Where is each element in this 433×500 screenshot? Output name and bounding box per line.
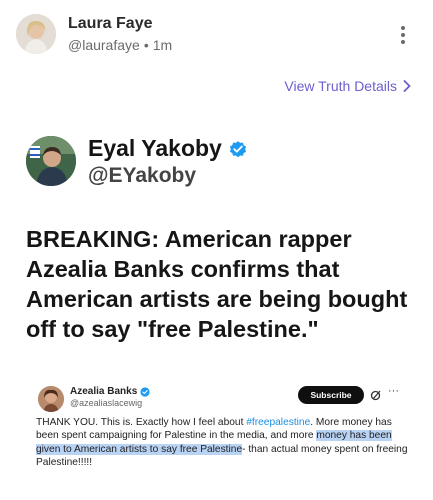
embedded-post-text: THANK YOU. This is. Exactly how I feel a… [36, 416, 408, 470]
verified-badge-icon [140, 386, 150, 397]
author-name[interactable]: Laura Faye [68, 15, 152, 33]
embedded-author-name-row: Azealia Banks [70, 386, 150, 397]
meta-separator: • [143, 37, 149, 53]
embedded-hashtag: #freepalestine [246, 417, 311, 428]
quoted-author-avatar [26, 136, 76, 186]
view-details-label: View Truth Details [284, 78, 397, 94]
subscribe-button: Subscribe [298, 386, 364, 404]
grok-icon [370, 390, 381, 401]
quoted-author-name-row: Eyal Yakoby [88, 135, 248, 162]
embedded-author-avatar [38, 386, 64, 412]
quoted-author-handle: @EYakoby [88, 164, 197, 187]
post-timestamp[interactable]: 1m [153, 37, 172, 53]
author-meta: @laurafaye • 1m [68, 37, 172, 53]
author-handle[interactable]: @laurafaye [68, 37, 140, 53]
embedded-text-part: THANK YOU. This is. Exactly how I feel a… [36, 417, 247, 428]
embedded-author-name: Azealia Banks [70, 386, 138, 397]
quoted-headline: BREAKING: American rapper Azealia Banks … [26, 226, 408, 342]
verified-badge-icon [229, 140, 246, 157]
kebab-vertical-icon[interactable] [398, 26, 408, 50]
embedded-post-card: Azealia Banks @azealiaslacewig Subscribe… [26, 376, 416, 500]
embedded-author-handle: @azealiaslacewig [70, 398, 143, 408]
quoted-author-name: Eyal Yakoby [88, 135, 222, 161]
chevron-right-icon [403, 80, 411, 92]
view-details-link[interactable]: View Truth Details [284, 78, 411, 94]
more-horizontal-icon: ··· [388, 385, 399, 397]
author-avatar[interactable] [16, 14, 56, 54]
